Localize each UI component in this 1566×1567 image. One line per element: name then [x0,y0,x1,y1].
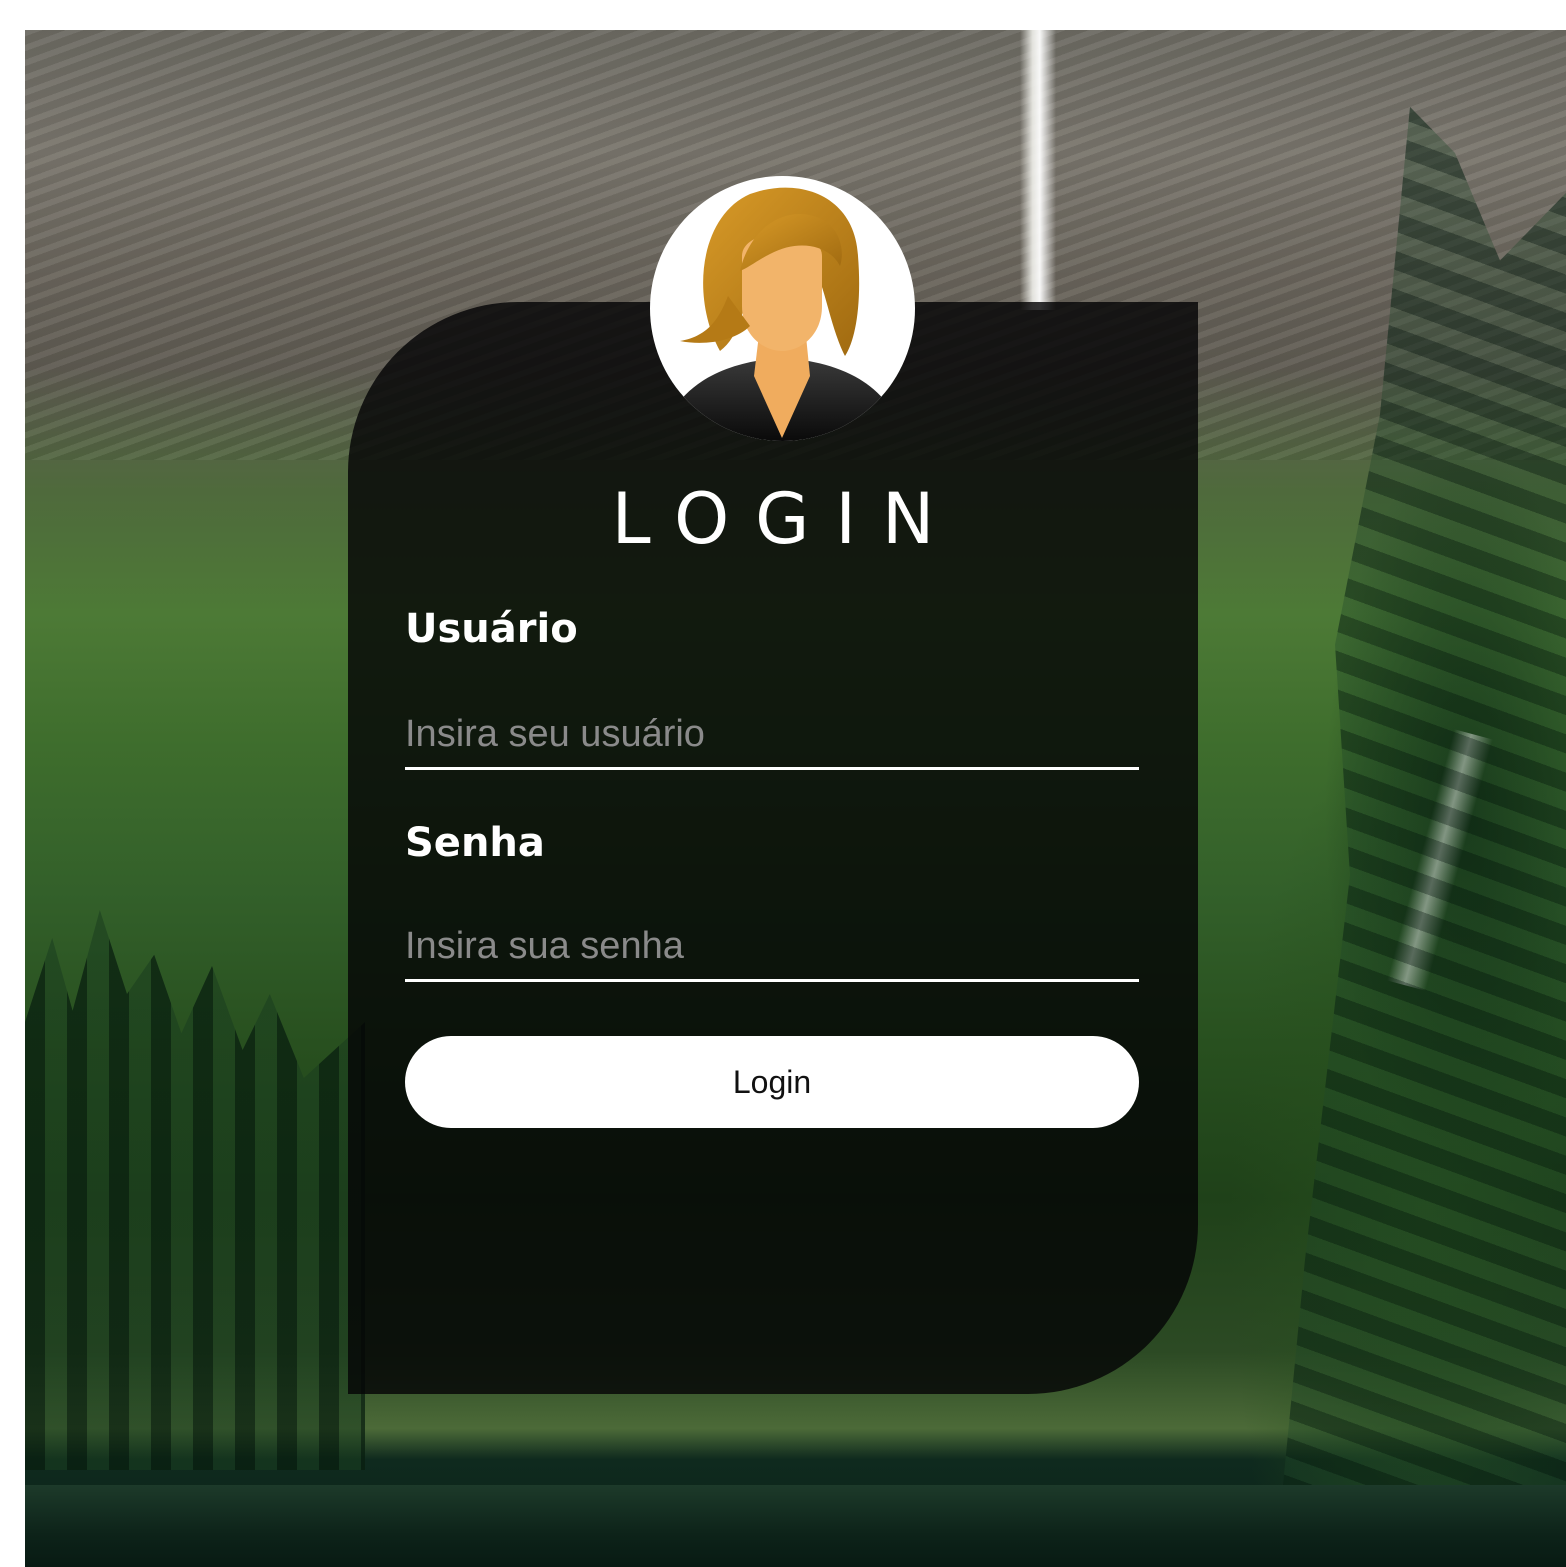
waterfall [1020,30,1056,310]
forest-left [25,910,365,1470]
login-button[interactable]: Login [405,1036,1139,1128]
username-input[interactable] [405,701,1139,770]
login-title: LOGIN [611,478,961,560]
username-label: Usuário [405,606,578,652]
password-input[interactable] [405,913,1139,982]
user-avatar [650,176,915,441]
lake [25,1485,1566,1567]
woman-avatar-icon [660,187,905,441]
password-label: Senha [405,820,545,866]
